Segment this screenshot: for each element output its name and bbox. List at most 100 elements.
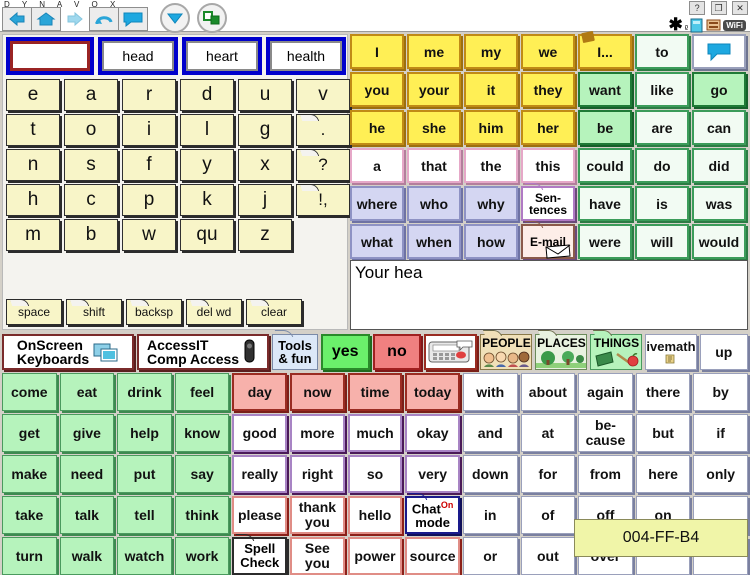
word-key[interactable]: turn (2, 537, 57, 575)
core-word-key[interactable]: were (578, 224, 632, 259)
word-key[interactable]: hello (348, 496, 403, 534)
category-people-button[interactable]: PEOPLE (480, 334, 532, 370)
word-key[interactable]: or (463, 537, 518, 575)
letter-key[interactable]: a (64, 79, 118, 111)
core-word-key[interactable]: would (692, 224, 746, 259)
word-key[interactable]: for (521, 455, 576, 493)
word-key[interactable]: again (578, 373, 633, 411)
core-word-key[interactable]: I... (578, 34, 632, 69)
core-word-key[interactable]: is (635, 186, 689, 221)
word-key[interactable]: by (693, 373, 748, 411)
letter-key[interactable]: x (238, 149, 292, 181)
core-word-key[interactable]: they (521, 72, 575, 107)
prediction-cell[interactable] (6, 37, 94, 75)
core-word-key[interactable]: he (350, 110, 404, 145)
word-key[interactable]: need (60, 455, 115, 493)
core-word-key[interactable]: my (464, 34, 518, 69)
word-key[interactable]: help (117, 414, 172, 452)
letter-key[interactable]: z (238, 219, 292, 251)
letter-key[interactable]: u (238, 79, 292, 111)
core-word-key[interactable]: did (692, 148, 746, 183)
core-word-key[interactable]: what (350, 224, 404, 259)
core-word-key[interactable]: we (521, 34, 575, 69)
word-key[interactable]: in (463, 496, 518, 534)
word-key[interactable]: and (463, 414, 518, 452)
speak-button[interactable] (118, 7, 148, 31)
letter-key[interactable]: j (238, 184, 292, 216)
dropdown-button[interactable] (160, 3, 190, 33)
prediction-cell[interactable]: head (98, 37, 178, 75)
core-word-key[interactable]: who (407, 186, 461, 221)
core-word-key[interactable]: will (635, 224, 689, 259)
word-key[interactable]: okay (405, 414, 460, 452)
letter-key[interactable]: f (122, 149, 176, 181)
letter-key[interactable]: m (6, 219, 60, 251)
letter-key[interactable]: v (296, 79, 350, 111)
letter-key[interactable]: y (180, 149, 234, 181)
core-word-key[interactable]: me (407, 34, 461, 69)
letter-key[interactable]: r (122, 79, 176, 111)
word-key[interactable]: walk (60, 537, 115, 575)
core-word-key[interactable]: like (635, 72, 689, 107)
accessit-comp-access-button[interactable]: AccessITComp Access (137, 334, 269, 370)
core-word-key[interactable]: I (350, 34, 404, 69)
core-word-key[interactable]: Sen-tences (521, 186, 575, 221)
onscreen-keyboards-button[interactable]: OnScreenKeyboards (2, 334, 134, 370)
word-key[interactable]: with (463, 373, 518, 411)
word-key[interactable]: here (636, 455, 691, 493)
message-window[interactable]: Your hea (350, 260, 748, 330)
word-key[interactable]: put (117, 455, 172, 493)
word-key[interactable]: talk (60, 496, 115, 534)
letter-key[interactable]: i (122, 114, 176, 146)
core-word-key[interactable]: it (464, 72, 518, 107)
core-word-key[interactable]: be (578, 110, 632, 145)
editing-key[interactable]: clear (246, 299, 302, 325)
speech-device-button[interactable] (424, 334, 477, 370)
word-key[interactable]: down (463, 455, 518, 493)
word-key[interactable]: drink (117, 373, 172, 411)
letter-key[interactable]: c (64, 184, 118, 216)
core-word-key[interactable]: when (407, 224, 461, 259)
word-key[interactable]: so (348, 455, 403, 493)
close-button[interactable]: ✕ (732, 1, 748, 15)
word-key[interactable]: Seeyou (290, 537, 345, 575)
word-key[interactable]: get (2, 414, 57, 452)
editing-key[interactable]: shift (66, 299, 122, 325)
word-key[interactable]: out (521, 537, 576, 575)
word-key[interactable]: give (60, 414, 115, 452)
category-things-button[interactable]: THINGS (590, 334, 642, 370)
word-key[interactable]: right (290, 455, 345, 493)
core-word-key[interactable]: want (578, 72, 632, 107)
word-key[interactable]: think (175, 496, 230, 534)
word-key[interactable]: know (175, 414, 230, 452)
core-word-key[interactable]: where (350, 186, 404, 221)
core-word-key[interactable]: do (635, 148, 689, 183)
word-key[interactable]: feel (175, 373, 230, 411)
word-key[interactable]: at (521, 414, 576, 452)
core-word-key[interactable]: are (635, 110, 689, 145)
core-word-key[interactable]: her (521, 110, 575, 145)
back-button[interactable] (2, 7, 32, 31)
page-link-button[interactable] (197, 3, 227, 33)
letter-key[interactable]: . (296, 114, 350, 146)
core-word-key[interactable]: you (350, 72, 404, 107)
word-key[interactable]: ChatOnmode (405, 496, 460, 534)
word-key[interactable]: good (232, 414, 287, 452)
category-places-button[interactable]: PLACES (535, 334, 587, 370)
word-key[interactable]: more (290, 414, 345, 452)
core-word-key[interactable]: she (407, 110, 461, 145)
letter-key[interactable]: k (180, 184, 234, 216)
core-word-key[interactable]: have (578, 186, 632, 221)
letter-key[interactable]: e (6, 79, 60, 111)
letter-key[interactable]: h (6, 184, 60, 216)
word-key[interactable]: there (636, 373, 691, 411)
letter-key[interactable]: qu (180, 219, 234, 251)
letter-key[interactable]: ? (296, 149, 350, 181)
word-key[interactable]: make (2, 455, 57, 493)
core-word-key[interactable]: this (521, 148, 575, 183)
word-key[interactable]: work (175, 537, 230, 575)
undo-button[interactable] (89, 7, 119, 31)
word-key[interactable]: be-cause (578, 414, 633, 452)
core-word-key[interactable]: how (464, 224, 518, 259)
letter-key[interactable]: b (64, 219, 118, 251)
